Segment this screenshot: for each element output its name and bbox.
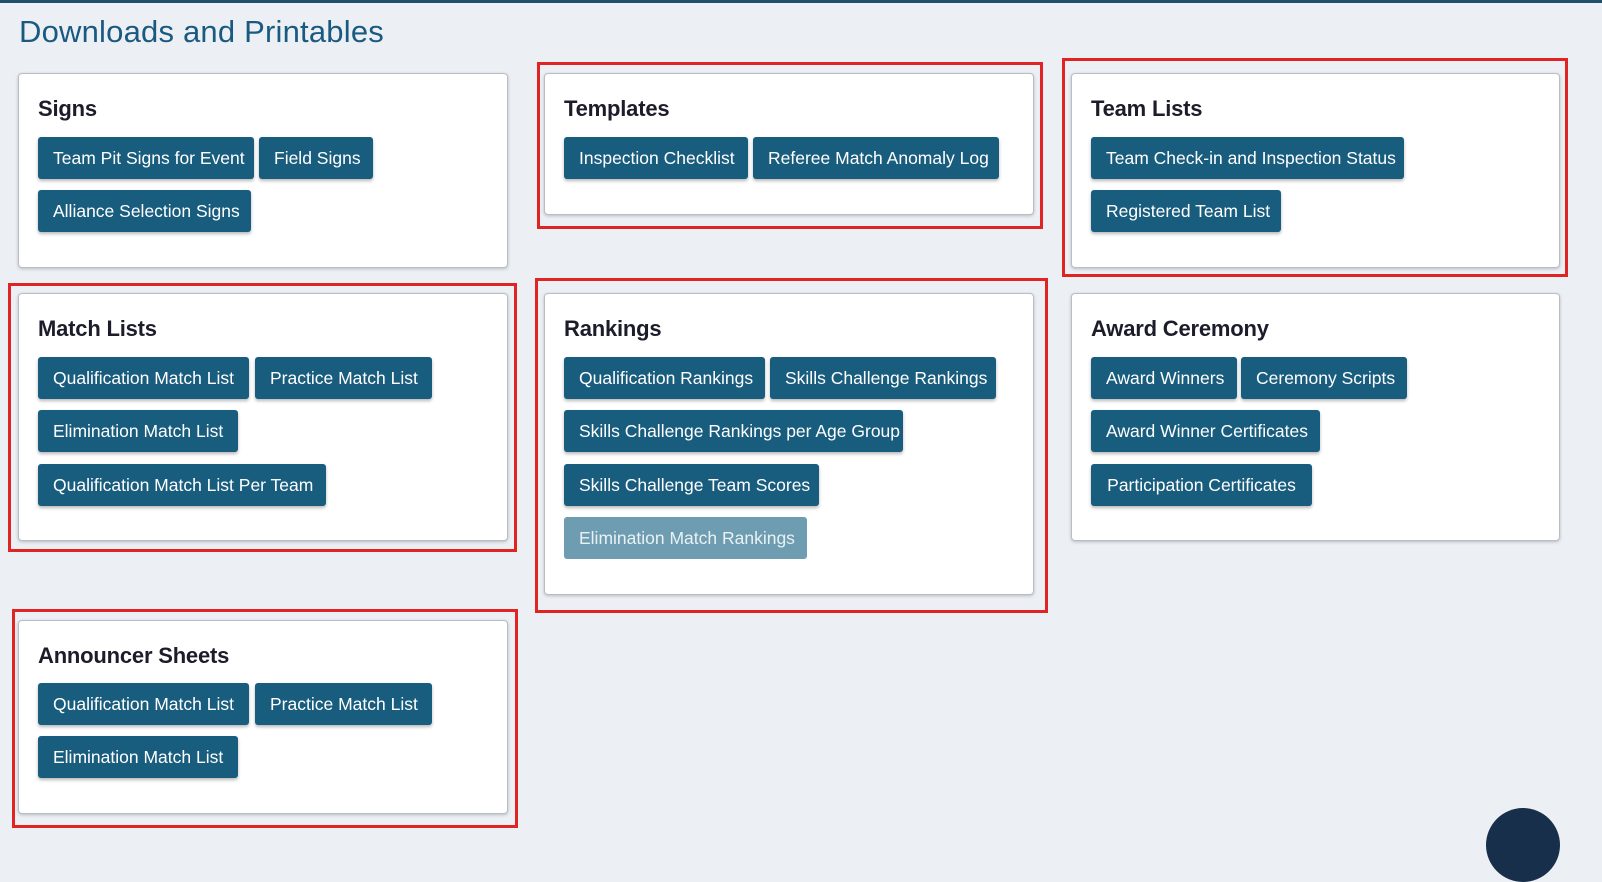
signs-card: Signs Team Pit Signs for Event Field Sig… (18, 73, 508, 268)
qualification-rankings-button[interactable]: Qualification Rankings (564, 357, 765, 399)
team-check-in-inspection-status-button[interactable]: Team Check-in and Inspection Status (1091, 137, 1404, 179)
card-title: Match Lists (38, 316, 157, 341)
announcer-practice-match-list-button[interactable]: Practice Match List (255, 683, 432, 725)
qualification-match-list-per-team-button[interactable]: Qualification Match List Per Team (38, 464, 326, 506)
rankings-card: Rankings Qualification Rankings Skills C… (544, 293, 1034, 595)
practice-match-list-button[interactable]: Practice Match List (255, 357, 432, 399)
card-title: Templates (564, 96, 670, 121)
card-title: Signs (38, 96, 97, 121)
page-title: Downloads and Printables (19, 14, 384, 49)
award-winners-button[interactable]: Award Winners (1091, 357, 1237, 399)
qualification-match-list-button[interactable]: Qualification Match List (38, 357, 249, 399)
referee-match-anomaly-log-button[interactable]: Referee Match Anomaly Log (753, 137, 999, 179)
inspection-checklist-button[interactable]: Inspection Checklist (564, 137, 748, 179)
card-title: Announcer Sheets (38, 643, 230, 668)
match-lists-card: Match Lists Qualification Match List Pra… (18, 293, 508, 541)
alliance-selection-signs-button[interactable]: Alliance Selection Signs (38, 190, 251, 232)
elimination-match-list-button[interactable]: Elimination Match List (38, 410, 238, 452)
team-pit-signs-button[interactable]: Team Pit Signs for Event (38, 137, 254, 179)
ceremony-scripts-button[interactable]: Ceremony Scripts (1241, 357, 1407, 399)
top-header-rule (0, 0, 1602, 3)
registered-team-list-button[interactable]: Registered Team List (1091, 190, 1281, 232)
announcer-sheets-card: Announcer Sheets Qualification Match Lis… (18, 620, 508, 814)
announcer-qualification-match-list-button[interactable]: Qualification Match List (38, 683, 249, 725)
award-winner-certificates-button[interactable]: Award Winner Certificates (1091, 410, 1320, 452)
skills-challenge-team-scores-button[interactable]: Skills Challenge Team Scores (564, 464, 819, 506)
card-title: Rankings (564, 316, 662, 341)
participation-certificates-button[interactable]: Participation Certificates (1091, 464, 1312, 506)
chat-widget-button[interactable] (1486, 808, 1560, 882)
card-title: Team Lists (1091, 96, 1203, 121)
elimination-match-rankings-button: Elimination Match Rankings (564, 517, 807, 559)
field-signs-button[interactable]: Field Signs (259, 137, 373, 179)
skills-challenge-rankings-button[interactable]: Skills Challenge Rankings (770, 357, 996, 399)
team-lists-card: Team Lists Team Check-in and Inspection … (1071, 73, 1560, 268)
card-title: Award Ceremony (1091, 316, 1269, 341)
skills-challenge-rankings-per-age-group-button[interactable]: Skills Challenge Rankings per Age Group (564, 410, 903, 452)
templates-card: Templates Inspection Checklist Referee M… (544, 73, 1034, 215)
award-ceremony-card: Award Ceremony Award Winners Ceremony Sc… (1071, 293, 1560, 541)
announcer-elimination-match-list-button[interactable]: Elimination Match List (38, 736, 238, 778)
